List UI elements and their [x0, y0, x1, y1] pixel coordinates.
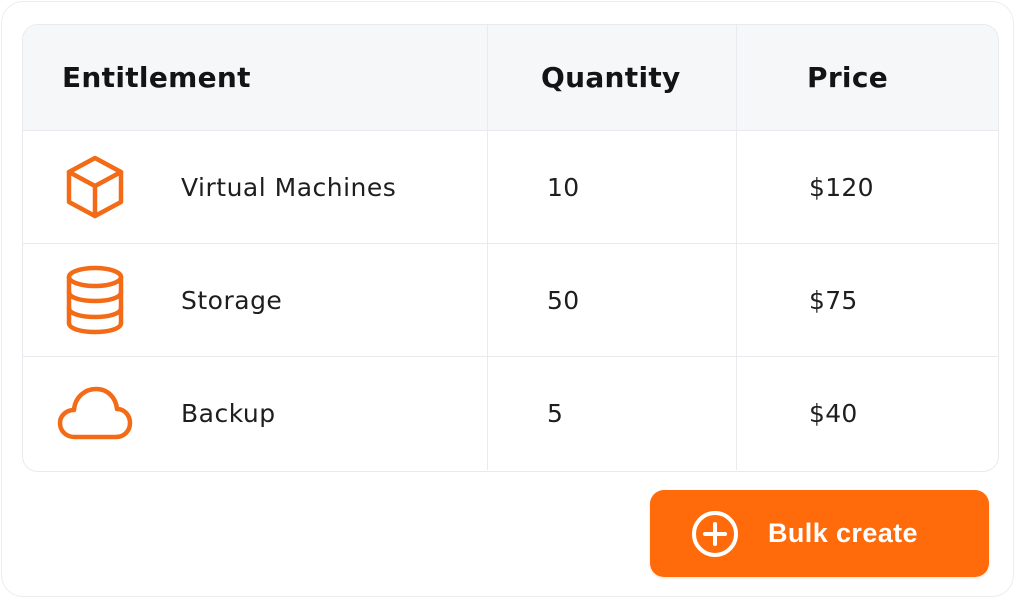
header-cell-price[interactable]: Price: [737, 25, 998, 130]
header-cell-quantity[interactable]: Quantity: [488, 25, 737, 130]
quantity-value: 50: [547, 285, 580, 315]
bulk-create-button[interactable]: Bulk create: [650, 490, 989, 577]
bulk-create-label: Bulk create: [768, 518, 918, 548]
cube-icon: [55, 152, 135, 222]
entitlements-table: Entitlement Quantity Price Virtual Machi…: [22, 24, 999, 472]
table-row-storage[interactable]: Storage 50 $75: [23, 244, 998, 357]
quantity-cell: 50: [488, 244, 737, 356]
table-row-virtual-machines[interactable]: Virtual Machines 10 $120: [23, 131, 998, 244]
entitlement-name: Storage: [181, 285, 283, 315]
quantity-value: 5: [547, 399, 564, 428]
header-price-label: Price: [807, 61, 889, 94]
price-cell: $40: [737, 357, 998, 470]
header-cell-entitlement[interactable]: Entitlement: [23, 25, 488, 130]
price-cell: $120: [737, 131, 998, 243]
header-entitlement-label: Entitlement: [62, 61, 251, 94]
header-quantity-label: Quantity: [541, 61, 681, 94]
quantity-cell: 5: [488, 357, 737, 470]
plus-circle-icon: [691, 510, 739, 558]
quantity-cell: 10: [488, 131, 737, 243]
card-container: Entitlement Quantity Price Virtual Machi…: [1, 1, 1014, 597]
price-value: $75: [809, 285, 858, 315]
price-value: $40: [809, 399, 858, 428]
entitlement-cell: Virtual Machines: [23, 131, 488, 243]
entitlement-name: Backup: [181, 399, 276, 428]
database-icon: [55, 264, 135, 336]
quantity-value: 10: [547, 172, 580, 202]
price-value: $120: [809, 172, 874, 202]
price-cell: $75: [737, 244, 998, 356]
table-header-row: Entitlement Quantity Price: [23, 25, 998, 131]
entitlement-cell: Backup: [23, 357, 488, 470]
entitlement-name: Virtual Machines: [181, 172, 397, 202]
entitlement-cell: Storage: [23, 244, 488, 356]
table-row-backup[interactable]: Backup 5 $40: [23, 357, 998, 470]
cloud-icon: [55, 385, 135, 443]
